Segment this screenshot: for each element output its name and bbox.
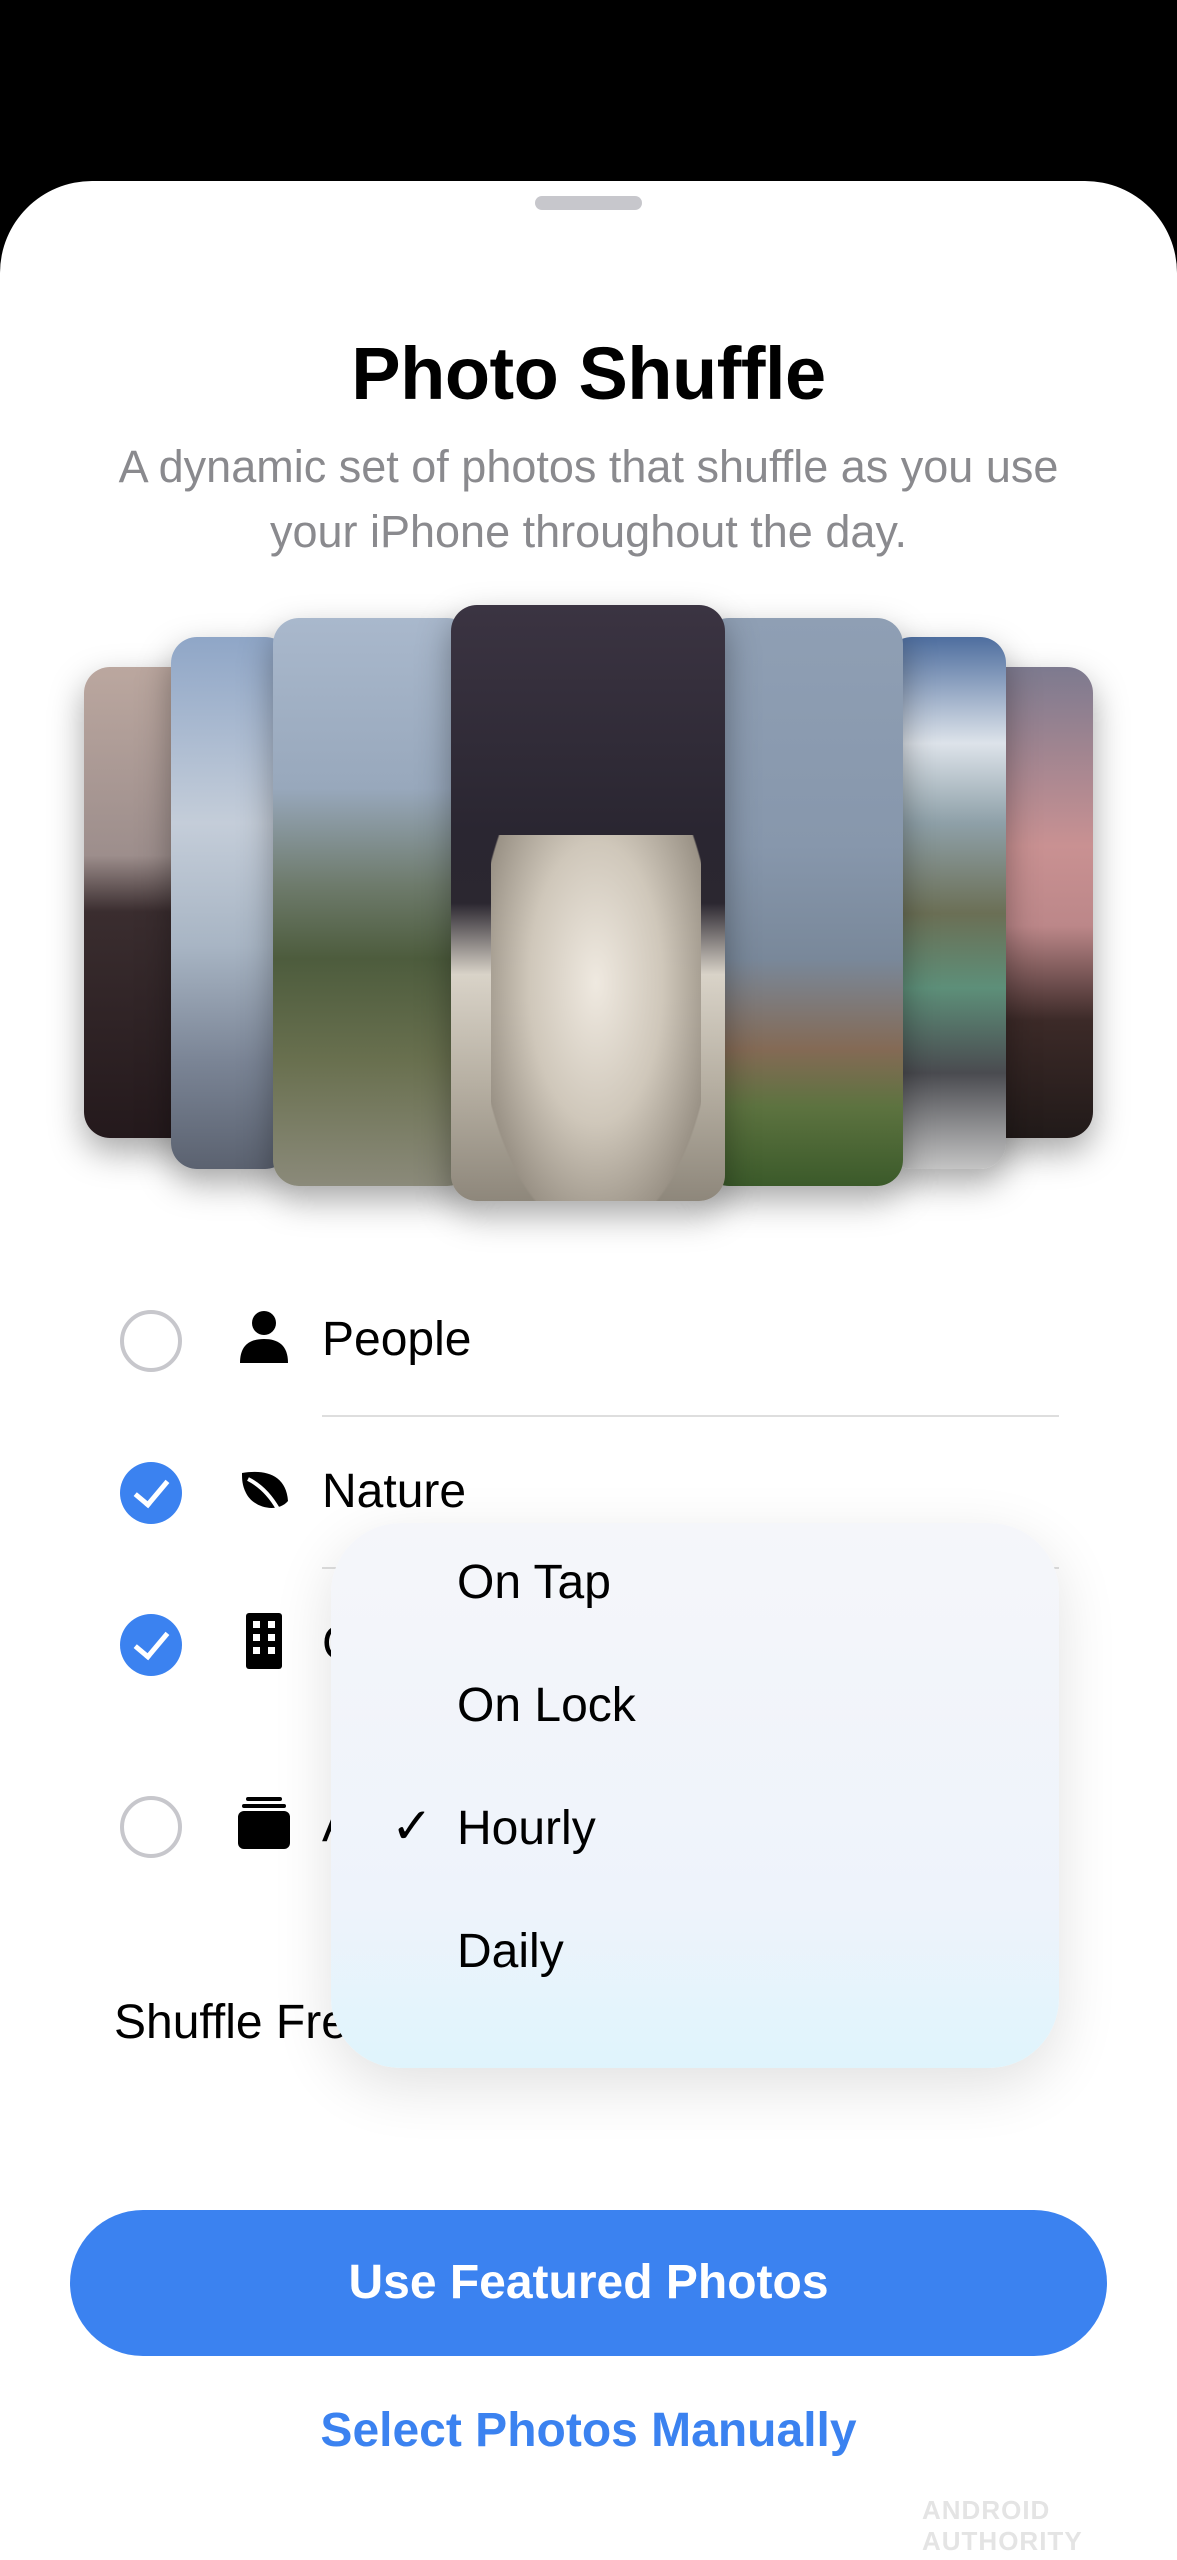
page-title: Photo Shuffle <box>351 332 826 415</box>
menu-item-label: Hourly <box>457 1802 596 1855</box>
leaf-icon <box>242 1471 288 1511</box>
cities-checkbox[interactable] <box>120 1614 182 1676</box>
checkmark-icon: ✓ <box>391 1797 433 1855</box>
nature-checkbox[interactable] <box>120 1462 182 1524</box>
photo-shuffle-sheet: Photo Shuffle A dynamic set of photos th… <box>0 181 1177 2560</box>
all-checkbox[interactable] <box>120 1796 182 1858</box>
menu-item-label: On Tap <box>457 1556 611 1609</box>
preview-photo-3 <box>273 618 473 1186</box>
select-photos-manually-button[interactable]: Select Photos Manually <box>0 2403 1177 2458</box>
menu-item-daily[interactable]: Daily <box>331 1892 1059 2015</box>
category-label: People <box>322 1313 472 1366</box>
menu-item-on-lock[interactable]: On Lock <box>331 1646 1059 1769</box>
category-label: Nature <box>322 1465 467 1518</box>
use-featured-photos-button[interactable]: Use Featured Photos <box>70 2210 1107 2356</box>
preview-photo-5 <box>703 618 903 1186</box>
statue-image <box>491 835 701 1201</box>
shuffle-frequency-menu: On Tap On Lock ✓ Hourly Daily <box>331 1523 1059 2068</box>
menu-item-label: On Lock <box>457 1679 636 1732</box>
sheet-grabber[interactable] <box>535 196 642 210</box>
photo-preview-fan <box>0 420 1177 1201</box>
category-row-people[interactable]: People <box>0 1265 1177 1417</box>
watermark: ANDROID AUTHORITY <box>922 2495 1083 2556</box>
menu-item-hourly[interactable]: ✓ Hourly <box>331 1769 1059 1892</box>
people-checkbox[interactable] <box>120 1310 182 1372</box>
menu-item-label: Daily <box>457 1925 564 1978</box>
preview-photo-4 <box>451 605 725 1201</box>
building-icon <box>246 1613 282 1669</box>
menu-item-on-tap[interactable]: On Tap <box>331 1523 1059 1646</box>
person-icon <box>240 1311 288 1363</box>
preview-photo-6 <box>886 637 1006 1169</box>
stack-icon <box>238 1797 290 1849</box>
shuffle-frequency-label[interactable]: Shuffle Fre <box>114 1995 348 2050</box>
